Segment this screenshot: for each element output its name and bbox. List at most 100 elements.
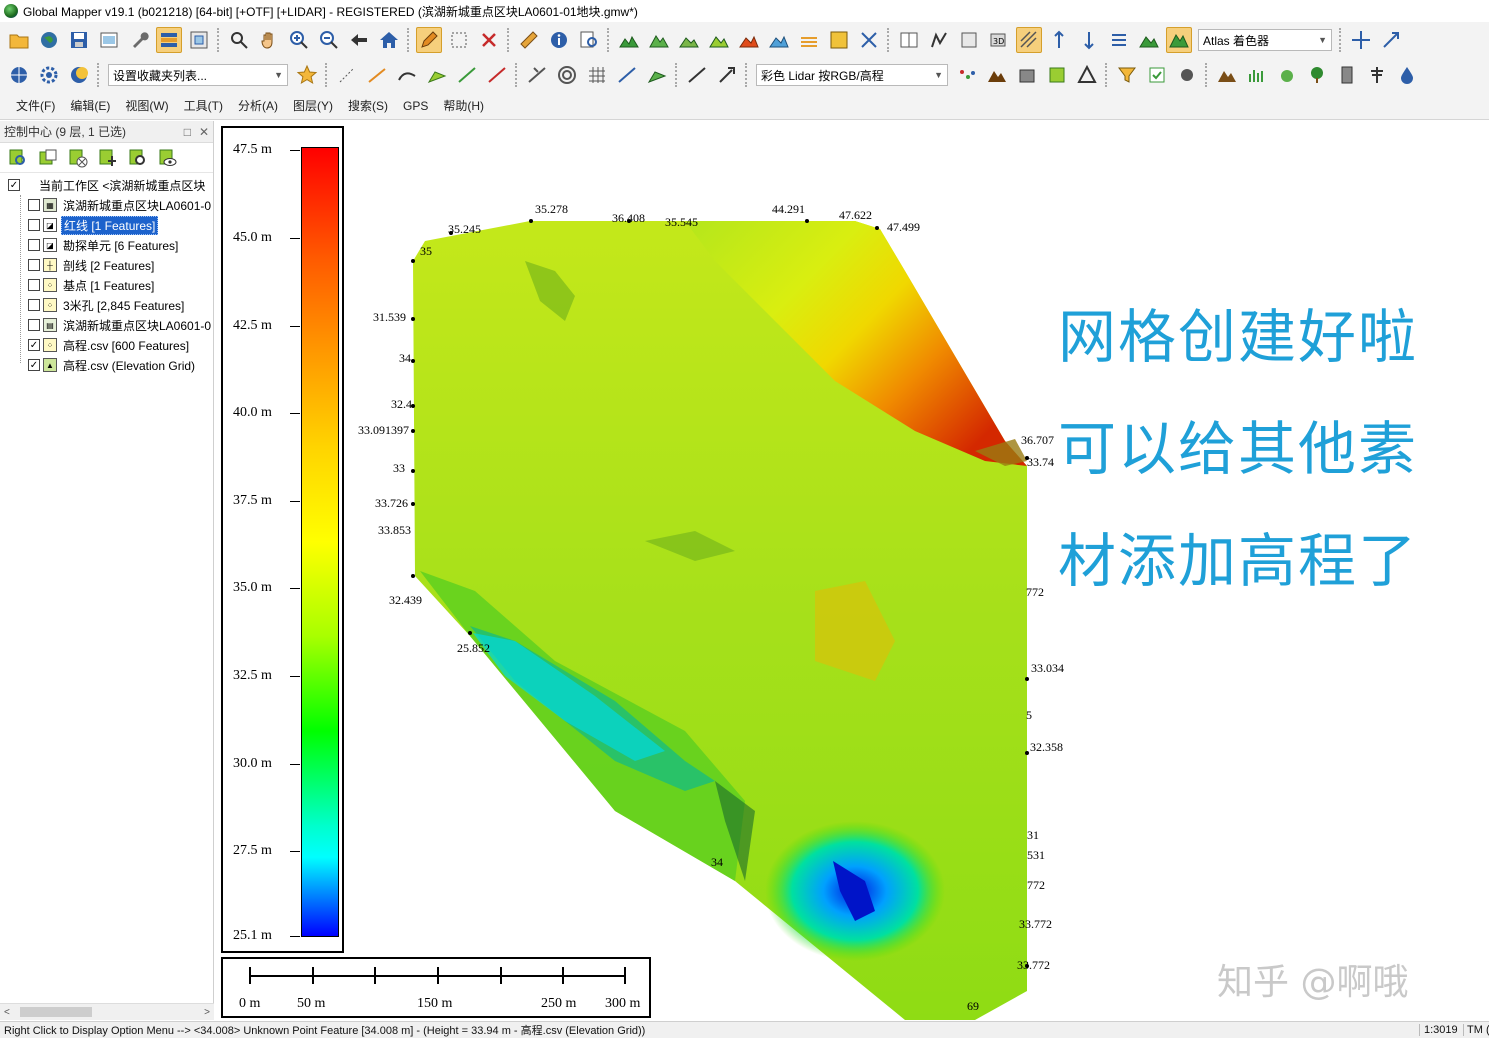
toolbar-grip[interactable] <box>507 28 511 52</box>
tree-class-icon[interactable] <box>1304 62 1330 88</box>
path-edit-icon[interactable] <box>684 62 710 88</box>
zoom-in-icon[interactable] <box>286 27 312 53</box>
split-line-icon[interactable] <box>484 62 510 88</box>
menu-analysis[interactable]: 分析(A) <box>238 97 278 114</box>
map-view[interactable]: 35.278 36.408 35.545 44.291 47.622 47.49… <box>215 121 1489 1020</box>
find-info-icon[interactable] <box>576 27 602 53</box>
toolbar-grip[interactable] <box>675 63 679 87</box>
night-mode-icon[interactable] <box>66 62 92 88</box>
cross-section-icon[interactable] <box>714 62 740 88</box>
3d-view-icon[interactable]: 3D <box>986 27 1012 53</box>
layer-row[interactable]: ┼ 剖线 [2 Features] <box>0 255 213 275</box>
find-layer-icon[interactable] <box>126 146 150 170</box>
layer-checkbox[interactable] <box>28 279 40 291</box>
filter-icon[interactable] <box>1114 62 1140 88</box>
scroll-left-icon[interactable]: < <box>4 1007 10 1018</box>
menu-help[interactable]: 帮助(H) <box>443 97 484 114</box>
layer-checkbox[interactable] <box>28 259 40 271</box>
create-line-icon[interactable] <box>364 62 390 88</box>
lidar-terrain-icon[interactable] <box>984 62 1010 88</box>
back-arrow-icon[interactable] <box>346 27 372 53</box>
info-icon[interactable] <box>546 27 572 53</box>
lidar-noise-icon[interactable] <box>1174 62 1200 88</box>
triangle-icon[interactable] <box>1074 62 1100 88</box>
layer-row[interactable]: ◪ 勘探单元 [6 Features] <box>0 235 213 255</box>
config-gear-icon[interactable] <box>36 62 62 88</box>
lidar-classify-icon[interactable] <box>1044 62 1070 88</box>
layer-checkbox[interactable] <box>28 199 40 211</box>
select-box-icon[interactable] <box>446 27 472 53</box>
edit-pencil-icon[interactable] <box>416 27 442 53</box>
zoom-out-icon[interactable] <box>316 27 342 53</box>
contour-icon[interactable] <box>706 27 732 53</box>
menu-view[interactable]: 视图(W) <box>125 97 168 114</box>
layer-checkbox[interactable] <box>28 319 40 331</box>
globe-data-icon[interactable] <box>36 27 62 53</box>
zoom-to-layer-icon[interactable] <box>6 146 30 170</box>
split-view-icon[interactable] <box>896 27 922 53</box>
restore-icon[interactable]: □ <box>184 125 191 139</box>
control-center-toggle-icon[interactable] <box>156 27 182 53</box>
water-class-icon[interactable] <box>1394 62 1420 88</box>
favorite-star-icon[interactable] <box>294 62 320 88</box>
edit-vertex-icon[interactable] <box>454 62 480 88</box>
toolbar-grip[interactable] <box>407 28 411 52</box>
layer-row[interactable]: ✓ ▲ 高程.csv (Elevation Grid) <box>0 355 213 375</box>
pan-hand-icon[interactable] <box>256 27 282 53</box>
layer-checkbox[interactable] <box>28 299 40 311</box>
menu-layer[interactable]: 图层(Y) <box>293 97 333 114</box>
lidar-building-icon[interactable] <box>1014 62 1040 88</box>
measure-ruler-icon[interactable] <box>516 27 542 53</box>
shader-select[interactable]: Atlas 着色器 ▼ <box>1198 29 1332 51</box>
create-area-icon[interactable] <box>424 62 450 88</box>
toolbar-grip[interactable] <box>325 63 329 87</box>
toolbar-grip[interactable] <box>745 63 749 87</box>
layer-checkbox[interactable] <box>28 239 40 251</box>
layer-checkbox[interactable]: ✓ <box>28 339 40 351</box>
toolbar-grip[interactable] <box>1105 63 1109 87</box>
menu-file[interactable]: 文件(F) <box>16 97 55 114</box>
delete-x-icon[interactable] <box>476 27 502 53</box>
slope-icon[interactable] <box>796 27 822 53</box>
scroll-right-icon[interactable]: > <box>204 1007 210 1018</box>
menu-tools[interactable]: 工具(T) <box>184 97 223 114</box>
lidar-edit-icon[interactable] <box>524 62 550 88</box>
close-icon[interactable]: ✕ <box>199 125 209 139</box>
water-level-icon[interactable] <box>1076 27 1102 53</box>
feature-measure-icon[interactable] <box>614 62 640 88</box>
lidar-color-select[interactable]: 彩色 Lidar 按RGB/高程 ▼ <box>756 64 948 86</box>
toolbar-grip[interactable] <box>1339 28 1343 52</box>
atlas-shader-icon[interactable] <box>1166 27 1192 53</box>
layer-row[interactable]: ⁘ 基点 [1 Features] <box>0 275 213 295</box>
layer-row[interactable]: ◪ 红线 [1 Features] <box>0 215 213 235</box>
3d-path-icon[interactable] <box>956 27 982 53</box>
layer-checkbox[interactable] <box>28 219 40 231</box>
volume-icon[interactable] <box>676 27 702 53</box>
elevation-legend-icon[interactable] <box>1046 27 1072 53</box>
raster-calc-icon[interactable] <box>826 27 852 53</box>
lidar-tool-icon[interactable] <box>856 27 882 53</box>
range-ring-icon[interactable] <box>554 62 580 88</box>
favorites-select[interactable]: 设置收藏夹列表... ▼ <box>108 64 288 86</box>
workspace-checkbox[interactable]: ✓ <box>8 179 20 191</box>
save-icon[interactable] <box>66 27 92 53</box>
layer-options-icon[interactable] <box>36 146 60 170</box>
menu-search[interactable]: 搜索(S) <box>348 97 388 114</box>
lidar-points-icon[interactable] <box>954 62 980 88</box>
open-folder-icon[interactable] <box>6 27 32 53</box>
toolbar-grip[interactable] <box>217 28 221 52</box>
close-layer-icon[interactable] <box>66 146 90 170</box>
overview-icon[interactable] <box>186 27 212 53</box>
workspace-root[interactable]: ✓ 当前工作区 <滨湖新城重点区块 <box>0 175 213 195</box>
menu-gps[interactable]: GPS <box>403 99 428 113</box>
view-shed-icon[interactable] <box>646 27 672 53</box>
create-curve-icon[interactable] <box>394 62 420 88</box>
toolbar-grip[interactable] <box>607 28 611 52</box>
menu-edit[interactable]: 编辑(E) <box>70 97 110 114</box>
toolbar-grip[interactable] <box>887 28 891 52</box>
scroll-thumb[interactable] <box>20 1007 92 1017</box>
layer-row[interactable]: ▦ 滨湖新城重点区块LA0601-0 <box>0 195 213 215</box>
grid-create-icon[interactable] <box>584 62 610 88</box>
watershed-icon[interactable] <box>766 27 792 53</box>
digitize-icon[interactable] <box>926 27 952 53</box>
